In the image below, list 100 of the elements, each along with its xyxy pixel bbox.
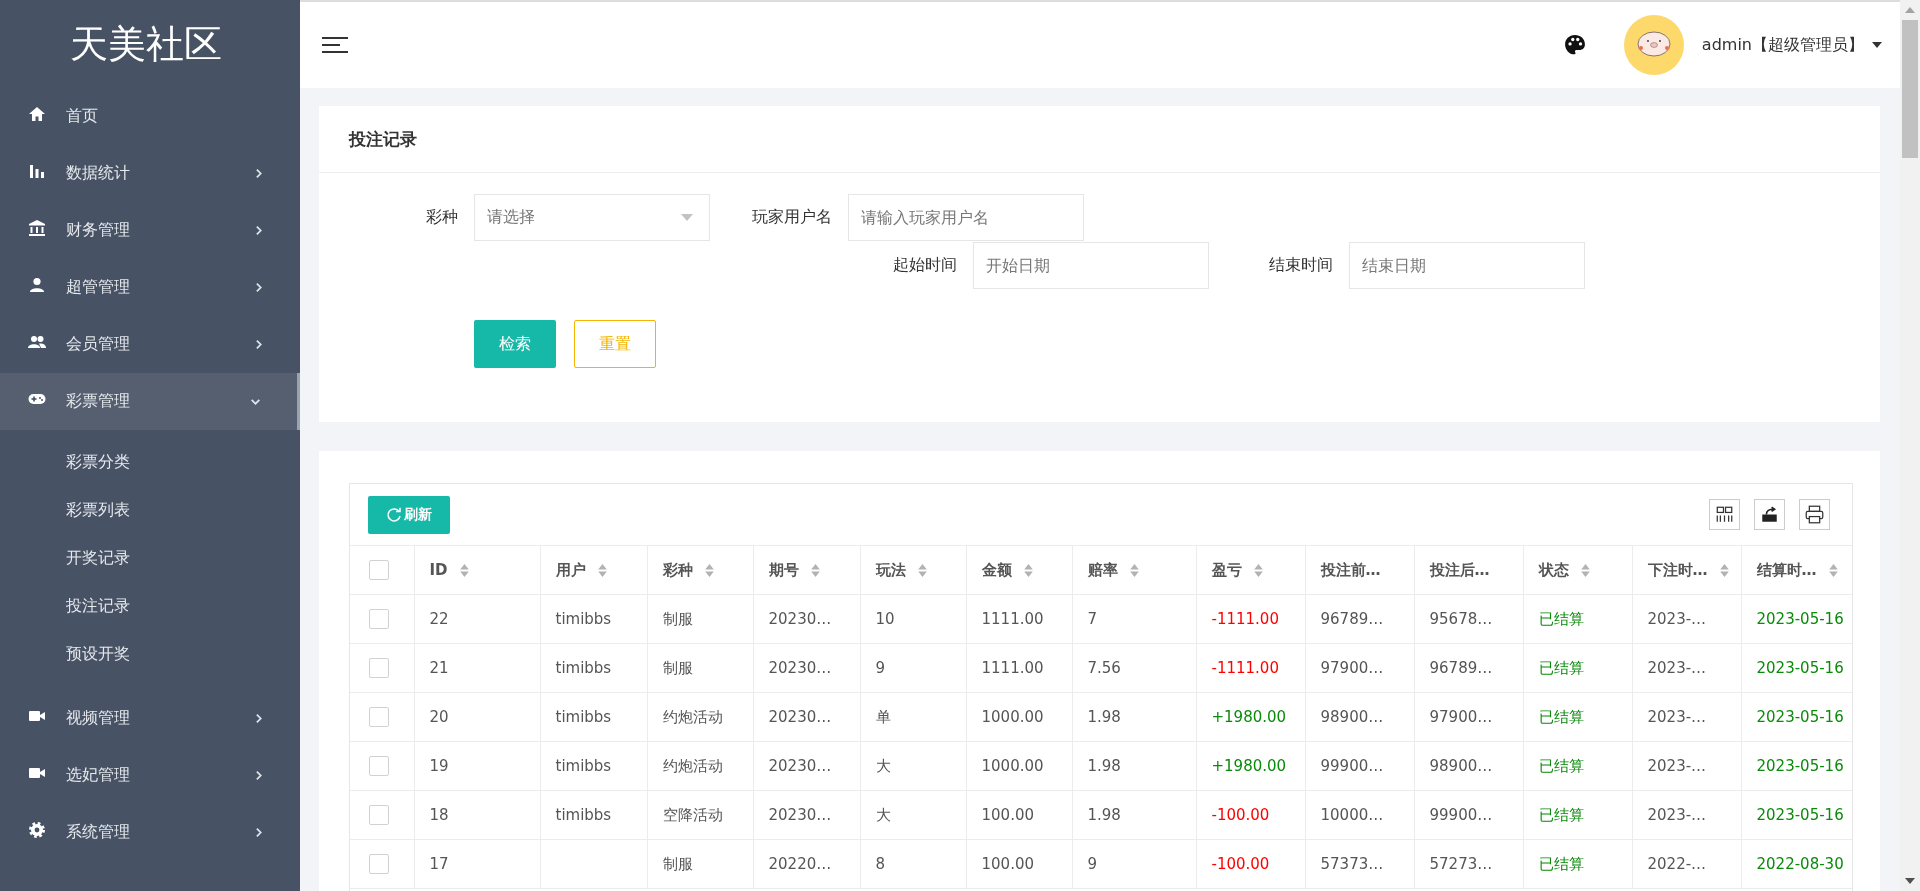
table-cell: 已结算 <box>1538 805 1584 824</box>
table-cell: 7.56 <box>1087 659 1121 677</box>
row-checkbox[interactable] <box>369 756 389 776</box>
sidebar-item[interactable]: 首页 <box>0 88 300 145</box>
table-cell: 20 <box>429 708 449 726</box>
table-cell: 20230… <box>768 659 832 677</box>
settings-icon <box>27 819 47 840</box>
table-cell: 57373… <box>1320 855 1384 873</box>
column-header: 投注前… <box>1320 560 1381 580</box>
bank-icon <box>27 217 47 238</box>
table-cell: 2023-05-16 <box>1756 708 1844 726</box>
sidebar-subitem[interactable]: 彩票列表 <box>0 486 300 534</box>
table-cell: 大 <box>875 805 891 824</box>
row-checkbox[interactable] <box>369 658 389 678</box>
column-header: 用户 <box>555 560 586 580</box>
sidebar-subitem[interactable]: 开奖记录 <box>0 534 300 582</box>
sort-icon[interactable] <box>1252 562 1264 578</box>
export-icon[interactable] <box>1754 499 1785 530</box>
table-cell: 1.98 <box>1087 757 1121 775</box>
dropdown-caret-icon <box>681 213 693 221</box>
menu-icon[interactable] <box>322 36 348 54</box>
sidebar-item[interactable]: 超管管理 <box>0 259 300 316</box>
refresh-icon <box>386 506 402 523</box>
table-cell: 57273… <box>1429 855 1493 873</box>
table-cell: 21 <box>429 659 449 677</box>
table-cell: 1111.00 <box>981 659 1044 677</box>
table-cell: 100.00 <box>981 806 1034 824</box>
start-date-input[interactable]: 开始日期 <box>973 241 1209 289</box>
table-cell: -1111.00 <box>1211 659 1279 677</box>
sidebar-subitem[interactable]: 投注记录 <box>0 582 300 630</box>
scroll-down-icon[interactable] <box>1905 878 1915 884</box>
sort-icon[interactable] <box>1128 562 1140 578</box>
columns-icon[interactable] <box>1709 499 1740 530</box>
table-cell: 2023-… <box>1647 806 1707 824</box>
sort-icon[interactable] <box>1718 562 1730 578</box>
table-cell: 制服 <box>662 854 693 873</box>
table-cell: 20230… <box>768 610 832 628</box>
username-input[interactable]: 请输入玩家用户名 <box>848 193 1084 241</box>
row-checkbox[interactable] <box>369 805 389 825</box>
row-checkbox[interactable] <box>369 609 389 629</box>
sidebar-item[interactable]: 选妃管理 <box>0 747 300 804</box>
sort-icon[interactable] <box>809 562 821 578</box>
select-all-checkbox[interactable] <box>369 560 389 580</box>
column-header: 金额 <box>981 560 1012 580</box>
field-label: 结束时间 <box>1268 254 1334 276</box>
table-cell: 已结算 <box>1538 854 1584 873</box>
sort-icon[interactable] <box>1022 562 1034 578</box>
table-cell: 98900… <box>1320 708 1384 726</box>
table-cell: 96789… <box>1320 610 1384 628</box>
sort-icon[interactable] <box>596 562 608 578</box>
caret-icon[interactable] <box>1872 42 1882 48</box>
sort-icon[interactable] <box>703 562 715 578</box>
table-cell: 20230… <box>768 806 832 824</box>
table-cell: 17 <box>429 855 449 873</box>
logo-text: 天美社区 <box>69 21 223 68</box>
lottery-select[interactable]: 请选择 <box>474 193 710 241</box>
avatar-pig-icon[interactable] <box>1623 15 1684 75</box>
row-checkbox[interactable] <box>369 707 389 727</box>
column-header: 下注时… <box>1647 560 1708 580</box>
sort-icon[interactable] <box>1579 562 1591 578</box>
table-cell: 18 <box>429 806 449 824</box>
scrollbar[interactable] <box>1900 0 1920 891</box>
table-cell: 1.98 <box>1087 708 1121 726</box>
sidebar-item[interactable]: 数据统计 <box>0 145 300 202</box>
end-date-input[interactable]: 结束日期 <box>1349 241 1585 289</box>
table-cell: 22 <box>429 610 449 628</box>
table-cell: 2023-05-16 <box>1756 806 1844 824</box>
sidebar-item[interactable]: 会员管理 <box>0 316 300 373</box>
sidebar-item[interactable]: 视频管理 <box>0 690 300 747</box>
row-checkbox[interactable] <box>369 854 389 874</box>
column-header: 盈亏 <box>1211 560 1242 580</box>
table-cell: 已结算 <box>1538 707 1584 726</box>
sidebar-subitem[interactable]: 彩票分类 <box>0 438 300 486</box>
scrollbar-thumb[interactable] <box>1902 20 1918 158</box>
column-header: 期号 <box>768 560 799 580</box>
palette-icon[interactable] <box>1563 34 1586 56</box>
table-cell: 制服 <box>662 658 693 677</box>
table-cell: 2022-08-30 <box>1756 855 1844 873</box>
field-label: 玩家用户名 <box>751 206 833 228</box>
column-header: 彩种 <box>662 560 693 580</box>
print-icon[interactable] <box>1799 499 1830 530</box>
sidebar-item[interactable]: 系统管理 <box>0 804 300 861</box>
table-cell: 8 <box>875 855 886 873</box>
column-header: 玩法 <box>875 560 906 580</box>
sidebar-item[interactable]: 彩票管理 <box>0 373 300 430</box>
table-cell: 2023-05-16 <box>1756 659 1844 677</box>
table-cell: 2023-… <box>1647 757 1707 775</box>
sidebar-item[interactable]: 财务管理 <box>0 202 300 259</box>
table-cell: 1.98 <box>1087 806 1121 824</box>
table-cell: 19 <box>429 757 449 775</box>
table-cell: 已结算 <box>1538 756 1584 775</box>
user-name[interactable]: admin【超级管理员】 <box>1701 34 1864 56</box>
table-cell: 2023-05-16 <box>1756 610 1844 628</box>
sort-icon[interactable] <box>458 562 470 578</box>
field-label: 起始时间 <box>892 254 958 276</box>
scroll-up-icon[interactable] <box>1905 7 1915 13</box>
sidebar-subitem[interactable]: 预设开奖 <box>0 630 300 678</box>
sort-icon[interactable] <box>1827 562 1839 578</box>
sort-icon[interactable] <box>916 562 928 578</box>
table-cell: 约炮活动 <box>662 707 723 726</box>
